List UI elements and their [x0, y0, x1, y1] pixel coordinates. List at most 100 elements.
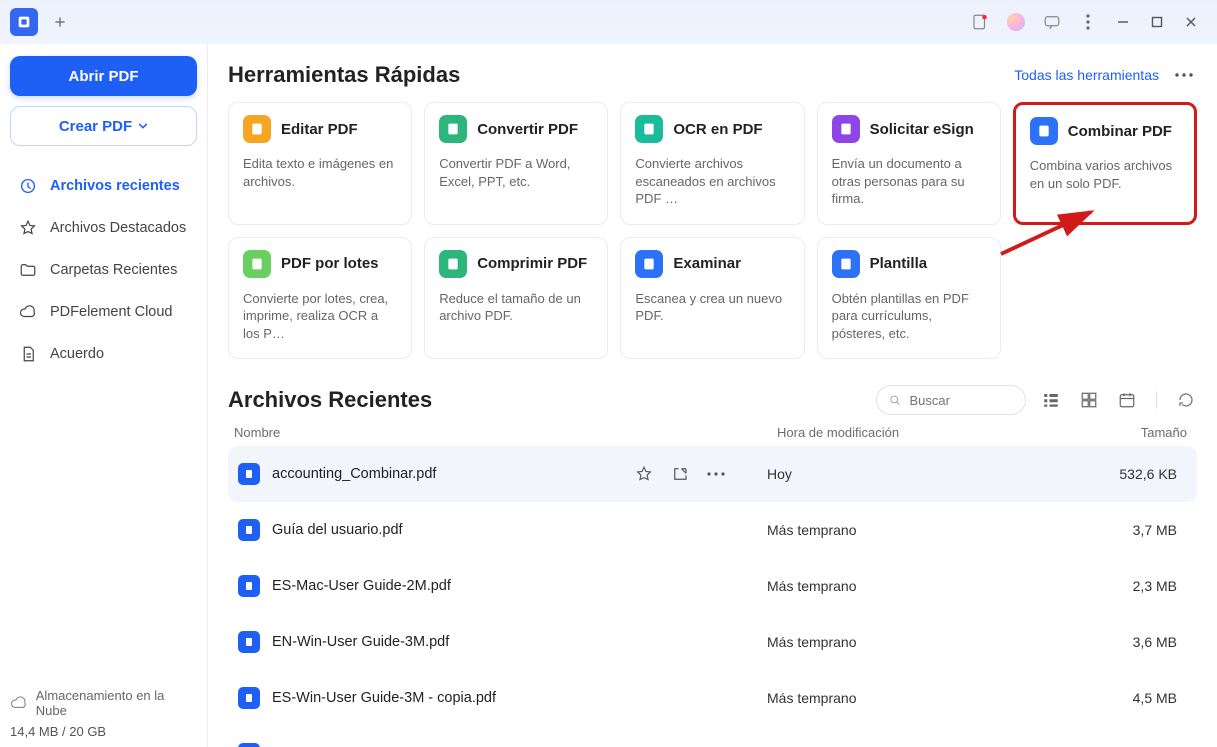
all-tools-link[interactable]: Todas las herramientas	[1014, 67, 1159, 83]
tool-title: Plantilla	[870, 255, 928, 272]
tool-card-solicitar-esign[interactable]: Solicitar eSign Envía un documento a otra…	[817, 102, 1001, 225]
refresh-icon[interactable]	[1175, 389, 1197, 411]
cloud-icon	[18, 302, 38, 322]
col-name-header: Nombre	[234, 425, 777, 440]
minimize-button[interactable]	[1107, 8, 1139, 36]
tool-desc: Convierte archivos escaneados en archivo…	[635, 155, 789, 208]
tool-desc: Reduce el tamaño de un archivo PDF.	[439, 290, 593, 325]
main-content: Herramientas Rápidas Todas las herramien…	[208, 44, 1217, 747]
share-icon[interactable]	[669, 463, 691, 485]
file-modified: Más temprano	[767, 634, 1067, 650]
maximize-button[interactable]	[1141, 8, 1173, 36]
star-icon[interactable]	[633, 463, 655, 485]
create-pdf-label: Crear PDF	[59, 118, 132, 135]
sidebar-item-1[interactable]: Archivos Destacados	[10, 208, 197, 248]
file-size: 3,7 MB	[1067, 522, 1187, 538]
search-input[interactable]	[910, 393, 1013, 408]
sidebar-item-label: Acuerdo	[50, 346, 104, 362]
clock-icon	[18, 176, 38, 196]
col-size-header: Tamaño	[1077, 425, 1197, 440]
calendar-view-icon[interactable]	[1116, 389, 1138, 411]
grid-view-icon[interactable]	[1078, 389, 1100, 411]
tool-desc: Convertir PDF a Word, Excel, PPT, etc.	[439, 155, 593, 190]
sidebar: Abrir PDF Crear PDF Archivos recientes Ar…	[0, 44, 208, 747]
menu-vertical-icon[interactable]	[1077, 11, 1099, 33]
chevron-down-icon	[138, 121, 148, 131]
sidebar-item-0[interactable]: Archivos recientes	[10, 166, 197, 206]
tool-card-examinar[interactable]: Examinar Escanea y crea un nuevo PDF.	[620, 237, 804, 360]
tool-card-editar-pdf[interactable]: Editar PDF Edita texto e imágenes en arch…	[228, 102, 412, 225]
file-size: 2,3 MB	[1067, 578, 1187, 594]
tool-desc: Obtén plantillas en PDF para currículums…	[832, 290, 986, 343]
new-tab-button[interactable]	[46, 8, 74, 36]
folder-icon	[18, 260, 38, 280]
tool-card-combinar-pdf[interactable]: Combinar PDF Combina varios archivos en u…	[1013, 102, 1197, 225]
file-icon	[238, 631, 260, 653]
file-icon	[238, 519, 260, 541]
open-pdf-button[interactable]: Abrir PDF	[10, 56, 197, 96]
sidebar-item-3[interactable]: PDFelement Cloud	[10, 292, 197, 332]
star-icon	[18, 218, 38, 238]
tool-icon	[832, 115, 860, 143]
more-icon[interactable]	[705, 463, 727, 485]
file-name: ES-Win-User Guide-3M - copia.pdf	[272, 690, 767, 706]
tool-icon	[243, 115, 271, 143]
sidebar-item-label: Archivos Destacados	[50, 220, 186, 236]
tool-card-plantilla[interactable]: Plantilla Obtén plantillas en PDF para cu…	[817, 237, 1001, 360]
tools-more-icon[interactable]	[1171, 69, 1197, 81]
tool-icon	[439, 250, 467, 278]
titlebar	[0, 0, 1217, 44]
cloud-storage-label: Almacenamiento en la Nube	[10, 688, 197, 718]
file-icon	[238, 743, 260, 747]
file-size: 4,5 MB	[1067, 690, 1187, 706]
file-row[interactable]: ES-Win-User Guide-3M - copia.pdfMás temp…	[228, 670, 1197, 726]
tool-title: Combinar PDF	[1068, 123, 1172, 140]
tool-card-ocr-en-pdf[interactable]: OCR en PDF Convierte archivos escaneados …	[620, 102, 804, 225]
tool-desc: Edita texto e imágenes en archivos.	[243, 155, 397, 190]
sidebar-item-2[interactable]: Carpetas Recientes	[10, 250, 197, 290]
tool-title: OCR en PDF	[673, 121, 762, 138]
tool-title: Editar PDF	[281, 121, 358, 138]
app-logo	[10, 8, 38, 36]
chat-icon[interactable]	[1041, 11, 1063, 33]
notifications-icon[interactable]	[969, 11, 991, 33]
tool-title: PDF por lotes	[281, 255, 379, 272]
file-icon	[238, 575, 260, 597]
file-row[interactable]: accounting_Combinar.pdfHoy532,6 KB	[228, 446, 1197, 502]
recent-files-title: Archivos Recientes	[228, 387, 432, 413]
search-icon	[889, 393, 902, 408]
tool-desc: Escanea y crea un nuevo PDF.	[635, 290, 789, 325]
file-name: ES-Mac-User Guide-2M.pdf	[272, 578, 767, 594]
file-icon	[238, 463, 260, 485]
search-box[interactable]	[876, 385, 1026, 415]
tool-desc: Envía un documento a otras personas para…	[832, 155, 986, 208]
file-icon	[238, 687, 260, 709]
tool-desc: Convierte por lotes, crea, imprime, real…	[243, 290, 397, 343]
tool-title: Examinar	[673, 255, 741, 272]
tool-icon	[439, 115, 467, 143]
tool-title: Solicitar eSign	[870, 121, 974, 138]
tool-desc: Combina varios archivos en un solo PDF.	[1030, 157, 1180, 192]
file-row[interactable]: ES-Mac-User Guide-2M.pdfMás temprano2,3 …	[228, 558, 1197, 614]
file-size: 3,6 MB	[1067, 634, 1187, 650]
create-pdf-button[interactable]: Crear PDF	[10, 106, 197, 146]
sidebar-item-label: Archivos recientes	[50, 178, 180, 194]
user-avatar-icon[interactable]	[1005, 11, 1027, 33]
file-modified: Hoy	[767, 466, 1067, 482]
file-row[interactable]: EN-Win-User Guide-3M.pdfMás temprano3,6 …	[228, 614, 1197, 670]
tool-icon	[1030, 117, 1058, 145]
doc-icon	[18, 344, 38, 364]
tool-icon	[832, 250, 860, 278]
list-view-icon[interactable]	[1040, 389, 1062, 411]
file-row[interactable]: Guía del usuario.pdfMás temprano3,7 MB	[228, 502, 1197, 558]
sidebar-item-4[interactable]: Acuerdo	[10, 334, 197, 374]
tool-card-pdf-por-lotes[interactable]: PDF por lotes Convierte por lotes, crea, …	[228, 237, 412, 360]
sidebar-item-label: PDFelement Cloud	[50, 304, 173, 320]
file-name: Guía del usuario.pdf	[272, 522, 767, 538]
close-button[interactable]	[1175, 8, 1207, 36]
tool-card-comprimir-pdf[interactable]: Comprimir PDFReduce el tamaño de un arch…	[424, 237, 608, 360]
storage-usage: 14,4 MB / 20 GB	[10, 724, 197, 739]
file-row[interactable]: BMPUB-1200226470-180724-2154-31.pdfMás t…	[228, 726, 1197, 747]
tool-icon	[635, 250, 663, 278]
tool-card-convertir-pdf[interactable]: Convertir PDFConvertir PDF a Word, Excel…	[424, 102, 608, 225]
